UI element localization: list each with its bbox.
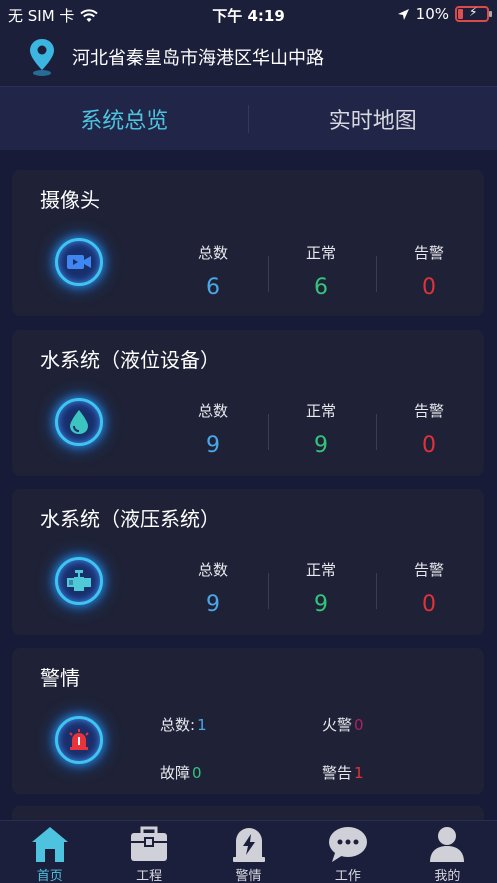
tab-system-overview[interactable]: 系统总览 xyxy=(0,87,249,150)
battery-percent: 10% xyxy=(415,5,449,23)
chat-bubble-icon xyxy=(327,825,369,863)
alarm-total-label: 总数: xyxy=(160,716,196,734)
stat-label: 总数 xyxy=(197,244,228,262)
card-title: 水系统（液压系统） xyxy=(40,507,220,531)
location-header: 河北省秦皇岛市海港区华山中路 xyxy=(0,28,497,86)
card-title: 摄像头 xyxy=(40,188,100,212)
stat-value: 0 xyxy=(422,275,436,300)
battery-icon: ⚡ xyxy=(455,5,492,22)
alarm-fault-value: 0 xyxy=(192,764,202,782)
divider xyxy=(376,256,377,292)
stat-total: 总数 9 xyxy=(183,559,243,617)
stat-normal: 正常 9 xyxy=(291,559,351,617)
nav-label: 工作 xyxy=(334,869,361,883)
nav-engineering[interactable]: 工程 xyxy=(99,821,198,883)
stat-value: 6 xyxy=(314,275,328,300)
stat-label: 正常 xyxy=(305,402,336,420)
view-tabs: 系统总览 实时地图 xyxy=(0,86,497,150)
stat-alarm: 告警 0 xyxy=(399,559,459,617)
stat-label: 告警 xyxy=(413,561,444,579)
alarm-fault: 故障 0 xyxy=(160,762,202,783)
stat-total: 总数 9 xyxy=(183,400,243,458)
water-level-card[interactable]: 水系统（液位设备） 总数 9 正常 9 告警 0 xyxy=(12,330,484,476)
hydraulic-card[interactable]: 水系统（液压系统） 总数 9 正常 9 告警 0 xyxy=(12,489,484,635)
stat-label: 总数 xyxy=(197,561,228,579)
nav-label: 首页 xyxy=(36,869,63,883)
card-title: 水系统（液位设备） xyxy=(40,348,220,372)
video-camera-icon xyxy=(55,238,103,286)
status-bar: 无 SIM 卡 下午 4:19 10% ⚡ xyxy=(0,0,497,28)
stat-alarm: 告警 0 xyxy=(399,400,459,458)
stat-normal: 正常 6 xyxy=(291,242,351,300)
alarm-fault-label: 故障 xyxy=(160,764,191,782)
nav-home[interactable]: 首页 xyxy=(0,821,99,883)
tab-divider xyxy=(248,105,249,133)
bottom-nav: 首页 工程 警情 工作 我的 xyxy=(0,820,497,883)
siren-icon xyxy=(55,716,103,764)
water-drop-icon xyxy=(55,398,103,446)
location-arrow-icon xyxy=(397,8,409,20)
toolbox-icon xyxy=(128,825,170,863)
alarm-total: 总数: 1 xyxy=(160,714,207,735)
nav-label: 我的 xyxy=(434,869,461,883)
divider xyxy=(376,414,377,450)
card-title: 警情 xyxy=(40,666,80,690)
stat-value: 9 xyxy=(314,592,328,617)
alarm-warning-label: 警告 xyxy=(322,764,353,782)
alarm-fire: 火警 0 xyxy=(322,714,364,735)
alarm-card[interactable]: 警情 总数: 1 火警 0 故障 0 警告 1 xyxy=(12,648,484,794)
stat-label: 告警 xyxy=(413,244,444,262)
divider xyxy=(268,256,269,292)
nav-mine[interactable]: 我的 xyxy=(398,821,497,883)
stat-value: 6 xyxy=(206,275,220,300)
divider xyxy=(268,414,269,450)
nav-label: 警情 xyxy=(235,869,262,883)
camera-card[interactable]: 摄像头 总数 6 正常 6 告警 0 xyxy=(12,170,484,316)
stat-total: 总数 6 xyxy=(183,242,243,300)
alarm-lightning-icon xyxy=(228,825,270,863)
location-pin-icon xyxy=(30,39,54,76)
user-icon xyxy=(426,825,468,863)
stat-label: 正常 xyxy=(305,561,336,579)
home-icon xyxy=(29,825,71,863)
tab-realtime-map[interactable]: 实时地图 xyxy=(249,87,497,150)
divider xyxy=(376,573,377,609)
alarm-fire-value: 0 xyxy=(354,716,364,734)
location-address[interactable]: 河北省秦皇岛市海港区华山中路 xyxy=(72,44,324,70)
stat-label: 总数 xyxy=(197,402,228,420)
stat-value: 0 xyxy=(422,433,436,458)
alarm-fire-label: 火警 xyxy=(322,716,353,734)
stat-label: 正常 xyxy=(305,244,336,262)
valve-icon xyxy=(55,557,103,605)
stat-value: 9 xyxy=(206,433,220,458)
divider xyxy=(268,573,269,609)
alarm-warning: 警告 1 xyxy=(322,762,364,783)
stat-label: 告警 xyxy=(413,402,444,420)
stat-value: 0 xyxy=(422,592,436,617)
nav-alarm[interactable]: 警情 xyxy=(199,821,298,883)
nav-work[interactable]: 工作 xyxy=(298,821,397,883)
status-right: 10% ⚡ xyxy=(397,5,492,23)
stat-value: 9 xyxy=(206,592,220,617)
stat-value: 9 xyxy=(314,433,328,458)
stat-alarm: 告警 0 xyxy=(399,242,459,300)
stat-normal: 正常 9 xyxy=(291,400,351,458)
alarm-total-value: 1 xyxy=(197,716,207,734)
nav-label: 工程 xyxy=(136,869,163,883)
alarm-warning-value: 1 xyxy=(354,764,364,782)
